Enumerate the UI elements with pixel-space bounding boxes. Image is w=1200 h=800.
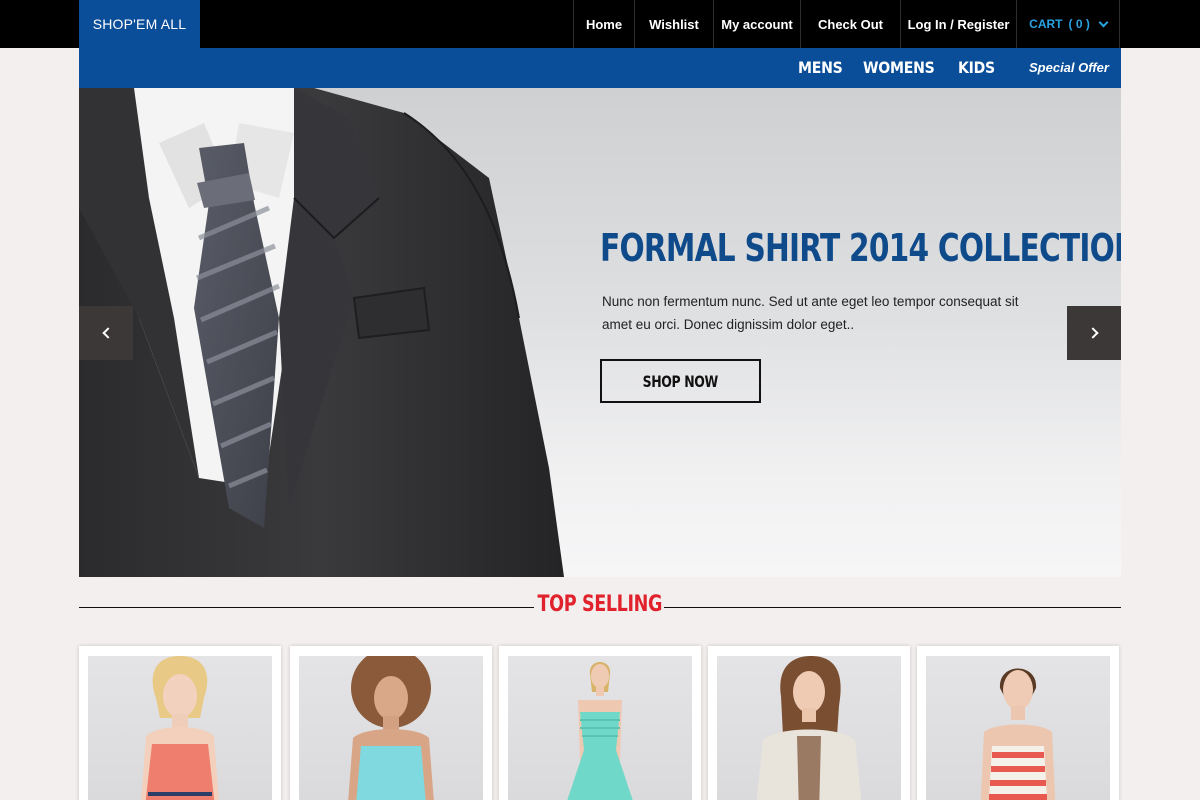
category-bar: MENS WOMENS KIDS Special Offer	[79, 48, 1121, 88]
product-card[interactable]	[499, 646, 701, 800]
product-image	[508, 656, 692, 800]
category-mens[interactable]: MENS	[798, 48, 843, 88]
logo[interactable]: SHOP'EM ALL	[79, 0, 200, 48]
slider-prev-button[interactable]	[79, 306, 133, 360]
category-kids[interactable]: KIDS	[958, 48, 995, 88]
chevron-right-icon	[1086, 327, 1099, 339]
product-image	[717, 656, 901, 800]
hero-image	[79, 88, 564, 577]
cart-button[interactable]: CART ( 0 )	[1016, 0, 1120, 48]
product-card[interactable]	[917, 646, 1119, 800]
product-image	[299, 656, 483, 800]
product-card[interactable]	[708, 646, 910, 800]
top-bar: SHOP'EM ALL Home Wishlist My account Che…	[0, 0, 1200, 48]
nav-login-register-link[interactable]: Log In / Register	[900, 0, 1016, 48]
hero-title: FORMAL SHIRT 2014 COLLECTION	[600, 226, 1121, 270]
slider-next-button[interactable]	[1067, 306, 1121, 360]
category-womens[interactable]: WOMENS	[863, 48, 935, 88]
cart-count: ( 0 )	[1068, 17, 1090, 31]
special-offer-link[interactable]: Special Offer	[1029, 48, 1109, 88]
shop-now-button[interactable]: SHOP NOW	[600, 359, 761, 403]
nav-wishlist-link[interactable]: Wishlist	[634, 0, 713, 48]
shop-now-label: SHOP NOW	[642, 371, 719, 391]
hero-description: Nunc non fermentum nunc. Sed ut ante ege…	[602, 294, 1019, 332]
nav-checkout-link[interactable]: Check Out	[800, 0, 900, 48]
cart-label: CART	[1029, 17, 1063, 31]
nav-my-account-link[interactable]: My account	[713, 0, 800, 48]
product-image	[88, 656, 272, 800]
chevron-down-icon	[1098, 17, 1109, 27]
hero-slider: FORMAL SHIRT 2014 COLLECTION Nunc non fe…	[79, 88, 1121, 577]
product-card[interactable]	[290, 646, 492, 800]
chevron-left-icon	[101, 327, 114, 339]
product-card[interactable]	[79, 646, 281, 800]
top-nav: Home Wishlist My account Check Out Log I…	[573, 0, 1120, 48]
nav-home-link[interactable]: Home	[573, 0, 634, 48]
section-title: TOP SELLING	[537, 592, 663, 617]
top-selling-header: TOP SELLING	[79, 590, 1121, 626]
product-image	[926, 656, 1110, 800]
